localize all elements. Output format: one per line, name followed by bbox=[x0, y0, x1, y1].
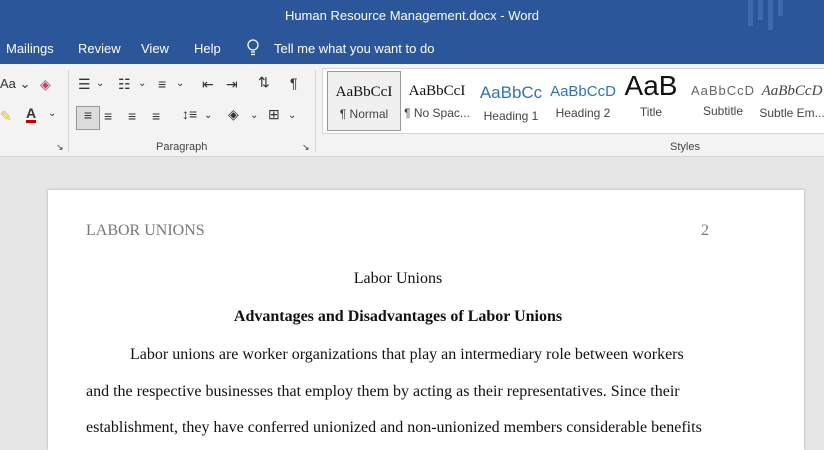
style-sample: AaBbCcD bbox=[690, 83, 756, 98]
style-subtle-emphasis[interactable]: AaBbCcD Subtle Em... bbox=[759, 71, 824, 129]
lightbulb-icon[interactable] bbox=[246, 39, 260, 60]
document-page[interactable]: LABOR UNIONS 2 Labor Unions Advantages a… bbox=[48, 190, 804, 450]
body-line: and the respective businesses that emplo… bbox=[86, 383, 680, 400]
style-name: Heading 2 bbox=[555, 106, 611, 120]
bullets-icon[interactable]: ☰ bbox=[78, 76, 91, 93]
style-heading-2[interactable]: AaBbCcD Heading 2 bbox=[547, 71, 619, 129]
style-name: ¶ Normal bbox=[339, 107, 389, 121]
tab-review[interactable]: Review bbox=[78, 41, 121, 56]
style-sample: AaBbCcI bbox=[335, 84, 393, 100]
tab-help[interactable]: Help bbox=[194, 41, 221, 56]
change-case-button[interactable]: Aa ⌄ bbox=[0, 76, 30, 92]
document-title: Labor Unions bbox=[353, 270, 443, 287]
style-name: Heading 1 bbox=[483, 109, 539, 123]
justify-button[interactable]: ≡ bbox=[152, 108, 160, 124]
ribbon: Aa ⌄ ◈ ✎ A ⌄ ↘ ☰ ⌄ ☷ ⌄ ≡ ⌄ ⇤ ⇥ ⇅ ¶ ≡ ≡ ≡… bbox=[0, 64, 824, 157]
chevron-down-icon[interactable]: ⌄ bbox=[204, 110, 212, 121]
styles-group-label: Styles bbox=[670, 141, 700, 153]
font-color-icon[interactable]: A bbox=[26, 106, 37, 123]
title-bar: Human Resource Management.docx - Word bbox=[0, 0, 824, 34]
increase-indent-icon[interactable]: ⇥ bbox=[226, 76, 238, 93]
borders-icon[interactable]: ⊞ bbox=[268, 106, 280, 123]
style-sample: AaBbCcI bbox=[408, 83, 466, 99]
style-name: Title bbox=[639, 105, 663, 119]
styles-gallery: AaBbCcI ¶ Normal AaBbCcI ¶ No Spac... Aa… bbox=[322, 68, 824, 134]
document-heading: Advantages and Disadvantages of Labor Un… bbox=[233, 308, 563, 325]
window-title: Human Resource Management.docx - Word bbox=[284, 8, 540, 23]
style-normal[interactable]: AaBbCcI ¶ Normal bbox=[327, 71, 401, 131]
paragraph-group-label: Paragraph bbox=[156, 141, 208, 153]
style-sample: AaBbCcD bbox=[550, 83, 616, 100]
tell-me-search[interactable]: Tell me what you want to do bbox=[274, 41, 434, 56]
style-name: Subtle Em... bbox=[759, 106, 824, 120]
chevron-down-icon[interactable]: ⌄ bbox=[138, 78, 146, 89]
tab-mailings[interactable]: Mailings bbox=[6, 41, 54, 56]
style-heading-1[interactable]: AaBbCc Heading 1 bbox=[475, 71, 547, 129]
align-center-button[interactable]: ≡ bbox=[104, 108, 112, 124]
chevron-down-icon[interactable]: ⌄ bbox=[250, 110, 258, 121]
chevron-down-icon[interactable]: ⌄ bbox=[96, 78, 104, 89]
sort-icon[interactable]: ⇅ bbox=[258, 74, 270, 91]
paragraph-dialog-launcher-icon[interactable]: ↘ bbox=[302, 142, 310, 153]
decrease-indent-icon[interactable]: ⇤ bbox=[202, 76, 214, 93]
multilevel-list-icon[interactable]: ≡ bbox=[158, 76, 166, 92]
pilcrow-icon[interactable]: ¶ bbox=[290, 75, 298, 91]
style-sample: AaBbCcD bbox=[761, 83, 823, 99]
menu-bar: Mailings Review View Help Tell me what y… bbox=[0, 34, 824, 64]
clear-formatting-icon[interactable]: ◈ bbox=[40, 76, 51, 93]
document-canvas: LABOR UNIONS 2 Labor Unions Advantages a… bbox=[0, 157, 824, 450]
body-line: Labor unions are worker organizations th… bbox=[130, 346, 684, 363]
chevron-down-icon[interactable]: ⌄ bbox=[48, 108, 56, 119]
style-title[interactable]: AaB Title bbox=[615, 71, 687, 129]
chevron-down-icon[interactable]: ⌄ bbox=[288, 110, 296, 121]
style-name: Subtitle bbox=[702, 104, 744, 118]
style-sample: AaB bbox=[624, 71, 678, 101]
font-dialog-launcher-icon[interactable]: ↘ bbox=[56, 142, 64, 153]
align-right-button[interactable]: ≡ bbox=[128, 108, 136, 124]
style-no-spacing[interactable]: AaBbCcI ¶ No Spac... bbox=[401, 71, 473, 129]
align-left-button[interactable]: ≡ bbox=[76, 106, 100, 130]
shading-icon[interactable]: ◈ bbox=[228, 106, 239, 123]
tab-view[interactable]: View bbox=[141, 41, 169, 56]
line-spacing-icon[interactable]: ↕≡ bbox=[182, 106, 197, 122]
chevron-down-icon[interactable]: ⌄ bbox=[176, 78, 184, 89]
style-sample: AaBbCc bbox=[479, 83, 543, 102]
group-divider bbox=[315, 70, 316, 152]
running-header: LABOR UNIONS bbox=[86, 222, 205, 239]
style-subtitle[interactable]: AaBbCcD Subtitle bbox=[687, 71, 759, 129]
style-name: ¶ No Spac... bbox=[404, 106, 470, 120]
group-divider bbox=[68, 70, 69, 152]
page-number: 2 bbox=[701, 222, 709, 239]
numbering-icon[interactable]: ☷ bbox=[118, 76, 131, 93]
body-line: establishment, they have conferred union… bbox=[86, 419, 702, 436]
highlight-icon[interactable]: ✎ bbox=[0, 108, 12, 125]
